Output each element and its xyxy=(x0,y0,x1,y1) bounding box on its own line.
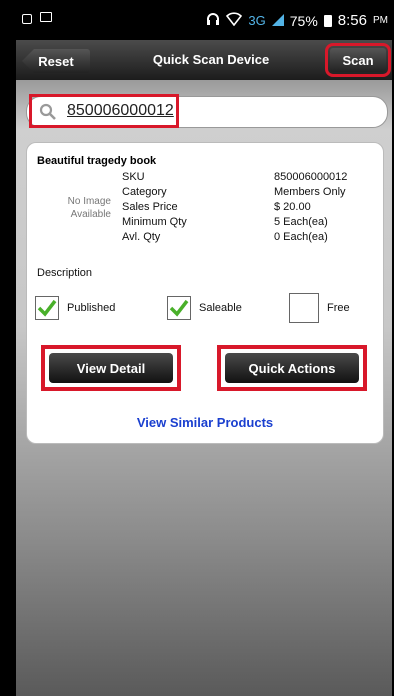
phone-screen: 3G 75% 8:56 PM Reset Quick Scan Device S… xyxy=(0,0,394,696)
detail-value: Members Only xyxy=(274,186,346,198)
scan-button[interactable]: Scan xyxy=(325,43,391,77)
battery-icon xyxy=(323,14,332,27)
network-type: 3G xyxy=(248,13,266,28)
quick-actions-button[interactable]: Quick Actions xyxy=(225,353,359,383)
detail-value: 0 Each(ea) xyxy=(274,231,328,243)
checkmark-icon xyxy=(169,299,189,317)
signal-icon xyxy=(271,13,284,29)
wifi-icon xyxy=(226,12,243,29)
free-checkbox[interactable] xyxy=(289,293,319,323)
view-detail-highlight: View Detail xyxy=(41,345,181,391)
free-checkbox-group[interactable]: Free xyxy=(289,293,350,323)
no-image-placeholder: No Image Available xyxy=(67,196,111,220)
status-left xyxy=(22,12,52,24)
main-content: 850006000012 Beautiful tragedy book No I… xyxy=(16,80,392,696)
quick-actions-highlight: Quick Actions xyxy=(217,345,367,391)
detail-row: Avl. Qty 0 Each(ea) xyxy=(122,231,372,246)
free-label: Free xyxy=(327,302,350,314)
title-bar: Reset Quick Scan Device Scan xyxy=(16,40,392,81)
detail-row: Minimum Qty 5 Each(ea) xyxy=(122,216,372,231)
detail-row: Sales Price $ 20.00 xyxy=(122,201,372,216)
saleable-checkbox[interactable] xyxy=(167,296,191,320)
clock-time: 8:56 xyxy=(337,12,367,29)
status-bar: 3G 75% 8:56 PM xyxy=(16,8,392,36)
lock-icon xyxy=(22,14,32,24)
product-details: SKU 850006000012 Category Members Only S… xyxy=(122,171,372,246)
view-similar-products-link[interactable]: View Similar Products xyxy=(27,415,383,430)
published-checkbox-group[interactable]: Published xyxy=(35,295,115,321)
image-icon xyxy=(40,12,52,22)
product-name: Beautiful tragedy book xyxy=(37,155,157,167)
status-right: 3G 75% 8:56 PM xyxy=(206,12,388,29)
checkmark-icon xyxy=(37,299,57,317)
reset-button[interactable]: Reset xyxy=(22,49,90,73)
clock-ampm: PM xyxy=(373,15,388,26)
product-card: Beautiful tragedy book No Image Availabl… xyxy=(26,142,384,444)
view-detail-button[interactable]: View Detail xyxy=(49,353,173,383)
search-bar[interactable]: 850006000012 xyxy=(26,94,388,128)
detail-row: Category Members Only xyxy=(122,186,372,201)
detail-row: SKU 850006000012 xyxy=(122,171,372,186)
saleable-label: Saleable xyxy=(199,302,242,314)
published-label: Published xyxy=(67,302,116,314)
saleable-checkbox-group[interactable]: Saleable xyxy=(167,295,242,321)
detail-label: Sales Price xyxy=(122,201,178,213)
detail-label: SKU xyxy=(122,171,145,183)
detail-value: 5 Each(ea) xyxy=(274,216,328,228)
headset-icon xyxy=(206,12,220,29)
search-highlight-box xyxy=(29,94,179,128)
page-title: Quick Scan Device xyxy=(152,52,270,67)
detail-label: Avl. Qty xyxy=(122,231,161,243)
detail-value: 850006000012 xyxy=(274,171,348,183)
detail-value: $ 20.00 xyxy=(274,201,311,213)
published-checkbox[interactable] xyxy=(35,296,59,320)
description-label: Description xyxy=(37,267,93,279)
battery-percent: 75% xyxy=(289,12,318,29)
detail-label: Minimum Qty xyxy=(122,216,187,228)
detail-label: Category xyxy=(122,186,167,198)
